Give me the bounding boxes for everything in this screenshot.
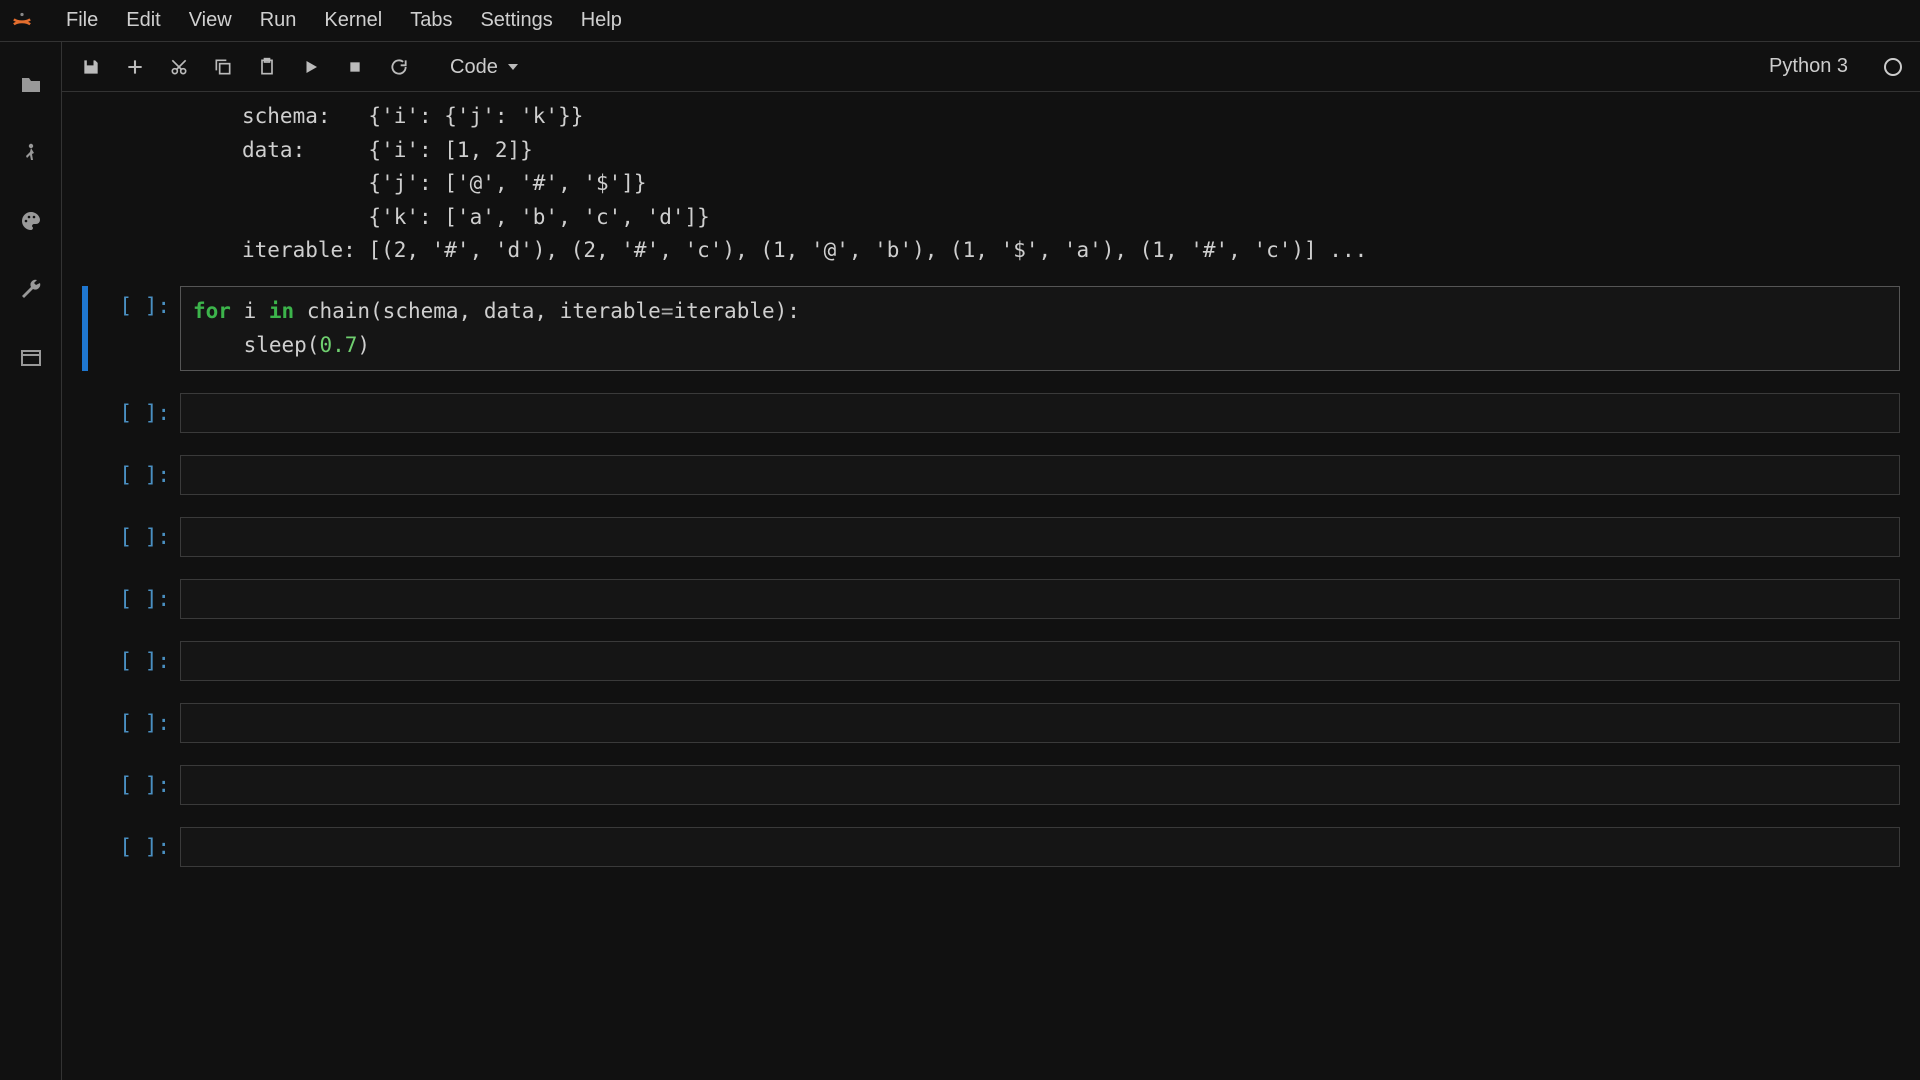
kernel-name[interactable]: Python 3: [1769, 55, 1848, 78]
menu-edit[interactable]: Edit: [112, 1, 174, 40]
cell-input[interactable]: [180, 641, 1900, 681]
notebook-area[interactable]: schema: {'i': {'j': 'k'}} data: {'i': [1…: [62, 92, 1920, 1080]
menu-tabs[interactable]: Tabs: [396, 1, 466, 40]
cell-type-select[interactable]: Code: [442, 52, 526, 82]
code-cell[interactable]: [ ]:for i in chain(schema, data, iterabl…: [82, 286, 1900, 371]
code-token: i: [231, 299, 269, 323]
menu-kernel[interactable]: Kernel: [310, 1, 396, 40]
cell-prompt: [ ]:: [90, 579, 180, 619]
menu-run[interactable]: Run: [246, 1, 311, 40]
folder-icon[interactable]: [18, 72, 44, 98]
cell-input[interactable]: [180, 703, 1900, 743]
cell-marker: [82, 703, 88, 743]
save-icon[interactable]: [80, 56, 102, 78]
cell-prompt: [ ]:: [90, 455, 180, 495]
left-sidebar: [0, 42, 62, 1080]
cell-marker: [82, 579, 88, 619]
code-cell[interactable]: [ ]:: [82, 765, 1900, 805]
running-icon[interactable]: [18, 140, 44, 166]
main-area: Code Python 3 schema: {'i': {'j': 'k'}} …: [0, 42, 1920, 1080]
jupyter-logo-icon[interactable]: [8, 7, 36, 35]
cell-marker: [82, 393, 88, 433]
cell-marker: [82, 286, 88, 371]
menubar: FileEditViewRunKernelTabsSettingsHelp: [0, 0, 1920, 42]
code-token: chain(schema, data, iterable: [294, 299, 661, 323]
cell-input[interactable]: [180, 517, 1900, 557]
tabs-icon[interactable]: [18, 344, 44, 370]
cell-input[interactable]: for i in chain(schema, data, iterable=it…: [180, 286, 1900, 371]
code-token: 0.7: [319, 333, 357, 357]
cell-output: schema: {'i': {'j': 'k'}} data: {'i': [1…: [82, 100, 1900, 268]
wrench-icon[interactable]: [18, 276, 44, 302]
run-icon[interactable]: [300, 56, 322, 78]
menu-view[interactable]: View: [175, 1, 246, 40]
cell-prompt: [ ]:: [90, 641, 180, 681]
copy-icon[interactable]: [212, 56, 234, 78]
code-token: in: [269, 299, 294, 323]
cell-marker: [82, 827, 88, 867]
code-cell[interactable]: [ ]:: [82, 703, 1900, 743]
cell-input[interactable]: [180, 827, 1900, 867]
notebook-toolbar: Code Python 3: [62, 42, 1920, 92]
content-column: Code Python 3 schema: {'i': {'j': 'k'}} …: [62, 42, 1920, 1080]
cut-icon[interactable]: [168, 56, 190, 78]
kernel-status-icon[interactable]: [1884, 58, 1902, 76]
cell-marker: [82, 517, 88, 557]
code-token: =: [661, 299, 674, 323]
cell-prompt: [ ]:: [90, 703, 180, 743]
code-cell[interactable]: [ ]:: [82, 455, 1900, 495]
cell-prompt: [ ]:: [90, 393, 180, 433]
menu-file[interactable]: File: [52, 1, 112, 40]
code-cell[interactable]: [ ]:: [82, 579, 1900, 619]
cell-prompt: [ ]:: [90, 827, 180, 867]
palette-icon[interactable]: [18, 208, 44, 234]
code-token: sleep(: [193, 333, 319, 357]
cell-input[interactable]: [180, 579, 1900, 619]
cell-input[interactable]: [180, 765, 1900, 805]
code-cell[interactable]: [ ]:: [82, 641, 1900, 681]
add-cell-icon[interactable]: [124, 56, 146, 78]
cell-marker: [82, 765, 88, 805]
code-token: for: [193, 299, 231, 323]
code-cell[interactable]: [ ]:: [82, 517, 1900, 557]
restart-icon[interactable]: [388, 56, 410, 78]
paste-icon[interactable]: [256, 56, 278, 78]
cell-marker: [82, 641, 88, 681]
code-token: ): [357, 333, 370, 357]
cell-input[interactable]: [180, 455, 1900, 495]
cell-prompt: [ ]:: [90, 765, 180, 805]
cell-marker: [82, 455, 88, 495]
cell-prompt: [ ]:: [90, 517, 180, 557]
code-token: iterable):: [673, 299, 799, 323]
stop-icon[interactable]: [344, 56, 366, 78]
menu-settings[interactable]: Settings: [466, 1, 566, 40]
menu-help[interactable]: Help: [567, 1, 636, 40]
code-cell[interactable]: [ ]:: [82, 827, 1900, 867]
cell-prompt: [ ]:: [90, 286, 180, 371]
cell-input[interactable]: [180, 393, 1900, 433]
code-cell[interactable]: [ ]:: [82, 393, 1900, 433]
